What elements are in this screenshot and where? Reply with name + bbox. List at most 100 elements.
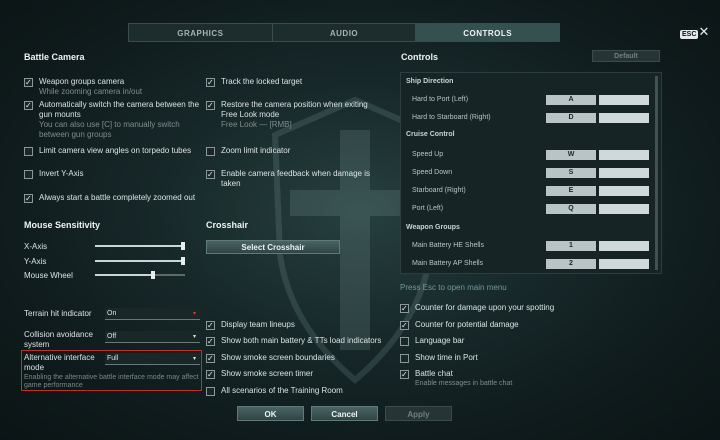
terrain-hit-indicator-select[interactable]: On ▾	[105, 308, 200, 320]
keybind-port-alt[interactable]	[599, 204, 649, 214]
checkbox-icon	[24, 147, 33, 156]
ok-button[interactable]: OK	[237, 406, 304, 421]
slider-label-x-axis: X-Axis	[24, 242, 48, 251]
slider-mouse-wheel[interactable]	[95, 271, 185, 279]
checkbox-smoke-timer[interactable]: Show smoke screen timer	[206, 369, 313, 379]
keybind-starboard[interactable]: E	[546, 186, 596, 196]
checkbox-icon	[206, 147, 215, 156]
checkbox-smoke-boundaries[interactable]: Show smoke screen boundaries	[206, 353, 335, 363]
checkbox-weapon-groups-camera[interactable]: Weapon groups cameraWhile zooming camera…	[24, 77, 204, 97]
binding-label-speed-down: Speed Down	[412, 169, 453, 176]
checkbox-display-team-lineups[interactable]: Display team lineups	[206, 320, 295, 330]
checkbox-label: Show smoke screen timer	[221, 369, 314, 378]
tab-audio[interactable]: AUDIO	[272, 23, 417, 42]
checkbox-battle-chat[interactable]: Battle chatEnable messages in battle cha…	[400, 369, 512, 388]
keybinding-scrollbar[interactable]	[655, 76, 658, 270]
keybinding-list: Ship Direction Hard to Port (Left) A Har…	[400, 72, 662, 274]
keybind-speed-up[interactable]: W	[546, 150, 596, 160]
checkbox-label: Language bar	[415, 336, 465, 345]
binding-label-speed-up: Speed Up	[412, 151, 444, 158]
chevron-down-icon: ▾	[192, 311, 196, 317]
keybind-he-shells[interactable]: 1	[546, 241, 596, 251]
settings-tabs: GRAPHICS AUDIO CONTROLS	[128, 23, 561, 42]
checkbox-icon	[206, 78, 215, 87]
group-ship-direction: Ship Direction	[406, 78, 454, 85]
checkbox-icon	[24, 101, 33, 110]
keybind-speed-down[interactable]: S	[546, 168, 596, 178]
slider-handle[interactable]	[150, 271, 155, 279]
keybind-speed-down-alt[interactable]	[599, 168, 649, 178]
checkbox-camera-feedback[interactable]: Enable camera feedback when damage is ta…	[206, 169, 386, 189]
tab-controls[interactable]: CONTROLS	[416, 23, 561, 42]
close-icon[interactable]: ✕	[697, 25, 711, 39]
keybind-hard-starboard-alt[interactable]	[599, 113, 649, 123]
alternative-interface-select[interactable]: Full ▾	[105, 353, 200, 365]
checkbox-spotting-damage-counter[interactable]: Counter for damage upon your spotting	[400, 303, 554, 313]
checkbox-label: Weapon groups camera While zooming camera…	[39, 77, 143, 96]
keybind-ap-shells[interactable]: 2	[546, 259, 596, 269]
checkbox-icon	[206, 321, 215, 330]
default-button[interactable]: Default	[592, 50, 660, 62]
keybind-hard-port[interactable]: A	[546, 95, 596, 105]
keybind-speed-up-alt[interactable]	[599, 150, 649, 160]
checkbox-icon	[206, 370, 215, 379]
slider-handle[interactable]	[181, 242, 186, 250]
slider-label-mouse-wheel: Mouse Wheel	[24, 271, 73, 280]
tab-graphics[interactable]: GRAPHICS	[128, 23, 273, 42]
keybind-starboard-alt[interactable]	[599, 186, 649, 196]
slider-x-axis[interactable]	[95, 242, 186, 250]
checkbox-time-in-port[interactable]: Show time in Port	[400, 353, 478, 363]
collision-avoidance-label: Collision avoidance system	[24, 330, 93, 349]
keybind-port[interactable]: Q	[546, 204, 596, 214]
checkbox-icon	[24, 78, 33, 87]
checkbox-auto-switch-camera[interactable]: Automatically switch the camera between …	[24, 100, 204, 140]
checkbox-language-bar[interactable]: Language bar	[400, 336, 464, 346]
checkbox-invert-y-axis[interactable]: Invert Y-Axis	[24, 169, 204, 179]
binding-label-he-shells: Main Battery HE Shells	[412, 242, 484, 249]
slider-fill	[95, 245, 184, 247]
checkbox-icon	[206, 354, 215, 363]
keybind-hard-starboard[interactable]: D	[546, 113, 596, 123]
checkbox-label: Show both main battery & TTs load indica…	[221, 336, 382, 345]
checkbox-label: Track the locked target	[221, 77, 303, 86]
checkbox-icon	[24, 170, 33, 179]
checkbox-label: Counter for damage upon your spotting	[415, 303, 555, 312]
keybind-hard-port-alt[interactable]	[599, 95, 649, 105]
checkbox-icon	[400, 321, 409, 330]
collision-avoidance-select[interactable]: Off ▾	[105, 331, 200, 343]
binding-label-port: Port (Left)	[412, 205, 444, 212]
checkbox-load-indicators[interactable]: Show both main battery & TTs load indica…	[206, 336, 381, 346]
checkbox-restore-camera-position[interactable]: Restore the camera position when exiting…	[206, 100, 386, 130]
crosshair-title: Crosshair	[206, 220, 249, 230]
apply-button[interactable]: Apply	[385, 406, 452, 421]
slider-y-axis[interactable]	[95, 257, 186, 265]
slider-fill	[95, 274, 153, 276]
checkbox-label: Counter for potential damage	[415, 320, 519, 329]
keybind-ap-shells-alt[interactable]	[599, 259, 649, 269]
keybind-he-shells-alt[interactable]	[599, 241, 649, 251]
group-weapon-groups: Weapon Groups	[406, 224, 460, 231]
checkbox-training-room-scenarios[interactable]: All scenarios of the Training Room	[206, 386, 343, 396]
slider-handle[interactable]	[181, 257, 186, 265]
binding-label-hard-starboard: Hard to Starboard (Right)	[412, 114, 491, 121]
checkbox-icon	[400, 354, 409, 363]
cancel-button[interactable]: Cancel	[311, 406, 378, 421]
checkbox-label: Limit camera view angles on torpedo tube…	[39, 146, 192, 155]
checkbox-label: Zoom limit indicator	[221, 146, 291, 155]
terrain-hit-indicator-label: Terrain hit indicator	[24, 309, 92, 318]
checkbox-zoom-limit-indicator[interactable]: Zoom limit indicator	[206, 146, 386, 156]
alternative-interface-note: Enabling the alternative battle interfac…	[24, 374, 199, 389]
checkbox-track-locked-target[interactable]: Track the locked target	[206, 77, 386, 87]
checkbox-label: Show smoke screen boundaries	[221, 353, 335, 362]
checkbox-start-zoomed-out[interactable]: Always start a battle completely zoomed …	[24, 193, 204, 203]
checkbox-icon	[400, 370, 409, 379]
group-cruise-control: Cruise Control	[406, 131, 455, 138]
checkbox-potential-damage-counter[interactable]: Counter for potential damage	[400, 320, 519, 330]
checkbox-label: All scenarios of the Training Room	[221, 386, 343, 395]
slider-fill	[95, 260, 184, 262]
select-crosshair-button[interactable]: Select Crosshair	[206, 240, 340, 254]
checkbox-limit-torpedo-angles[interactable]: Limit camera view angles on torpedo tube…	[24, 146, 204, 156]
battle-camera-title: Battle Camera	[24, 52, 85, 62]
chevron-down-icon: ▾	[192, 356, 196, 362]
checkbox-icon	[206, 170, 215, 179]
